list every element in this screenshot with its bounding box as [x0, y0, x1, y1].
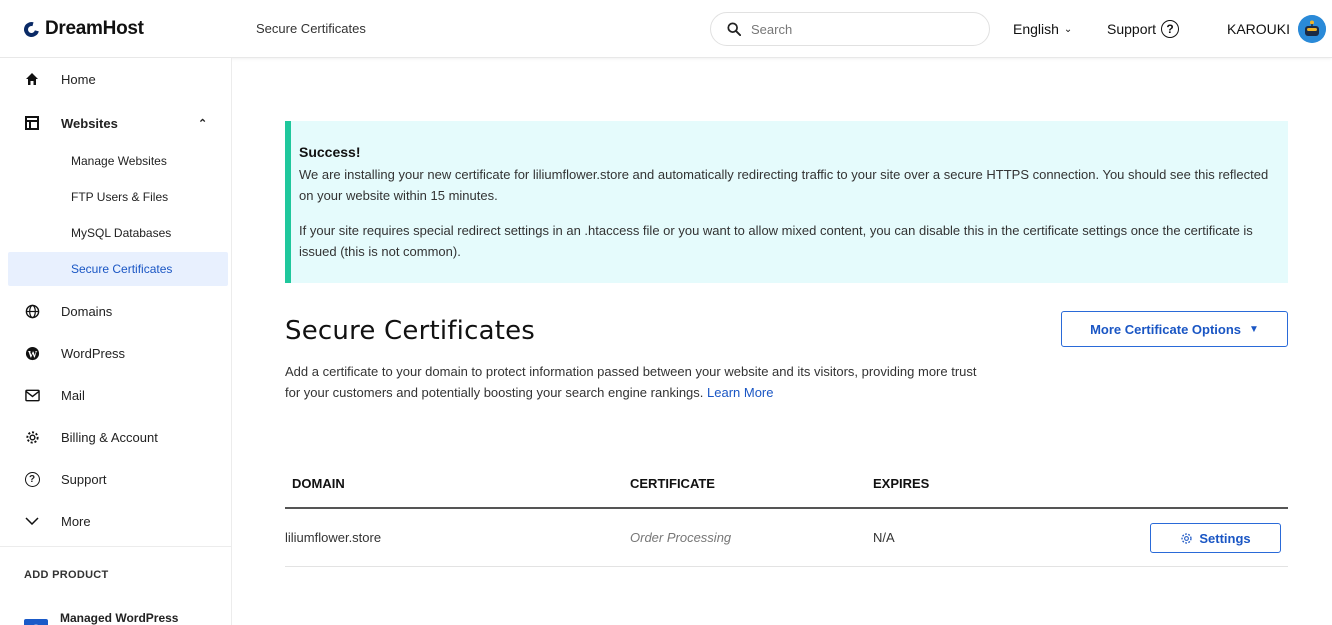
column-header-expires[interactable]: EXPIRES — [873, 476, 929, 491]
learn-more-link[interactable]: Learn More — [707, 385, 773, 400]
sidebar-item-label: More — [61, 513, 91, 529]
sidebar-item-label: Websites — [61, 115, 118, 131]
sidebar-subitem-manage-websites[interactable]: Manage Websites — [8, 144, 228, 178]
language-label: English — [1013, 21, 1059, 37]
page-description: Add a certificate to your domain to prot… — [285, 361, 985, 403]
sidebar-item-billing[interactable]: Billing & Account — [0, 416, 232, 458]
brand-logo[interactable]: DreamHost — [21, 18, 144, 40]
sidebar-item-support[interactable]: ? Support — [0, 458, 232, 500]
home-icon — [24, 71, 40, 87]
sidebar-item-more[interactable]: More — [0, 500, 232, 542]
sidebar-item-label: Domains — [61, 303, 113, 319]
page-breadcrumb: Secure Certificates — [256, 21, 366, 36]
robot-avatar-icon — [1298, 15, 1326, 43]
avatar[interactable] — [1298, 15, 1326, 43]
user-menu[interactable]: KAROUKI — [1227, 21, 1290, 37]
table-header-divider — [285, 507, 1288, 509]
certificate-status-cell: Order Processing — [630, 530, 732, 545]
expires-cell: N/A — [873, 530, 895, 545]
sidebar-item-websites[interactable]: Websites ⌃ — [0, 102, 232, 144]
globe-icon — [24, 303, 40, 319]
more-certificate-options-button[interactable]: More Certificate Options ▼ — [1061, 311, 1288, 347]
sidebar-subitem-mysql-databases[interactable]: MySQL Databases — [8, 216, 228, 250]
alert-note: If your site requires special redirect s… — [299, 223, 1253, 259]
support-link[interactable]: Support ? — [1107, 20, 1180, 38]
caret-down-icon: ▼ — [1249, 323, 1259, 335]
domain-cell: liliumflower.store — [285, 530, 382, 545]
sidebar-item-mail[interactable]: Mail — [0, 374, 232, 416]
product-managed-wordpress[interactable]: W Managed WordPress — [24, 611, 178, 625]
add-product-heading: ADD PRODUCT — [24, 569, 109, 581]
more-options-label: More Certificate Options — [1090, 321, 1242, 337]
dreamhost-logo-icon — [21, 18, 42, 40]
settings-button[interactable]: Settings — [1150, 523, 1281, 553]
sidebar-item-label: Home — [61, 71, 96, 87]
sidebar: Home Websites ⌃ Manage Websites FTP User… — [0, 58, 232, 625]
svg-text:W: W — [27, 350, 37, 360]
sidebar-divider — [0, 546, 232, 547]
success-alert: Success! We are installing your new cert… — [285, 121, 1288, 283]
sidebar-subitem-ftp-users[interactable]: FTP Users & Files — [8, 180, 228, 214]
alert-message: We are installing your new certificate f… — [299, 167, 1269, 203]
description-text: Add a certificate to your domain to prot… — [285, 364, 977, 400]
gear-icon — [24, 429, 40, 445]
column-header-certificate[interactable]: CERTIFICATE — [630, 476, 715, 491]
sidebar-item-label: Billing & Account — [61, 429, 158, 445]
gear-icon — [1181, 532, 1192, 544]
column-header-domain[interactable]: DOMAIN — [292, 476, 345, 491]
product-label: Managed WordPress — [60, 611, 179, 625]
search-input[interactable] — [751, 21, 951, 37]
language-selector[interactable]: English ⌄ — [1013, 21, 1072, 37]
sidebar-item-home[interactable]: Home — [0, 58, 232, 100]
sidebar-item-domains[interactable]: Domains — [0, 290, 232, 332]
websites-icon — [24, 115, 40, 131]
top-bar: DreamHost Secure Certificates English ⌄ … — [0, 0, 1332, 58]
sidebar-subitem-secure-certificates[interactable]: Secure Certificates — [8, 252, 228, 286]
chevron-down-icon — [24, 513, 40, 529]
sidebar-item-label: Support — [61, 471, 107, 487]
page-title: Secure Certificates — [285, 316, 536, 346]
chevron-up-icon: ⌃ — [198, 117, 208, 130]
mail-icon — [24, 387, 40, 403]
help-icon: ? — [24, 471, 40, 487]
sidebar-item-label: WordPress — [61, 345, 126, 361]
alert-title: Success! — [299, 144, 361, 160]
search-box[interactable] — [710, 12, 990, 46]
sidebar-item-label: Mail — [61, 387, 85, 403]
brand-name: DreamHost — [45, 18, 144, 39]
wordpress-icon: W — [24, 345, 40, 361]
sidebar-item-wordpress[interactable]: W WordPress — [0, 332, 232, 374]
chevron-down-icon: ⌄ — [1063, 23, 1073, 35]
settings-label: Settings — [1199, 530, 1251, 546]
support-label: Support — [1107, 21, 1157, 37]
search-icon — [727, 22, 741, 36]
wordpress-icon: W — [24, 619, 48, 625]
table-row-divider — [285, 566, 1288, 567]
help-icon: ? — [1161, 20, 1180, 38]
